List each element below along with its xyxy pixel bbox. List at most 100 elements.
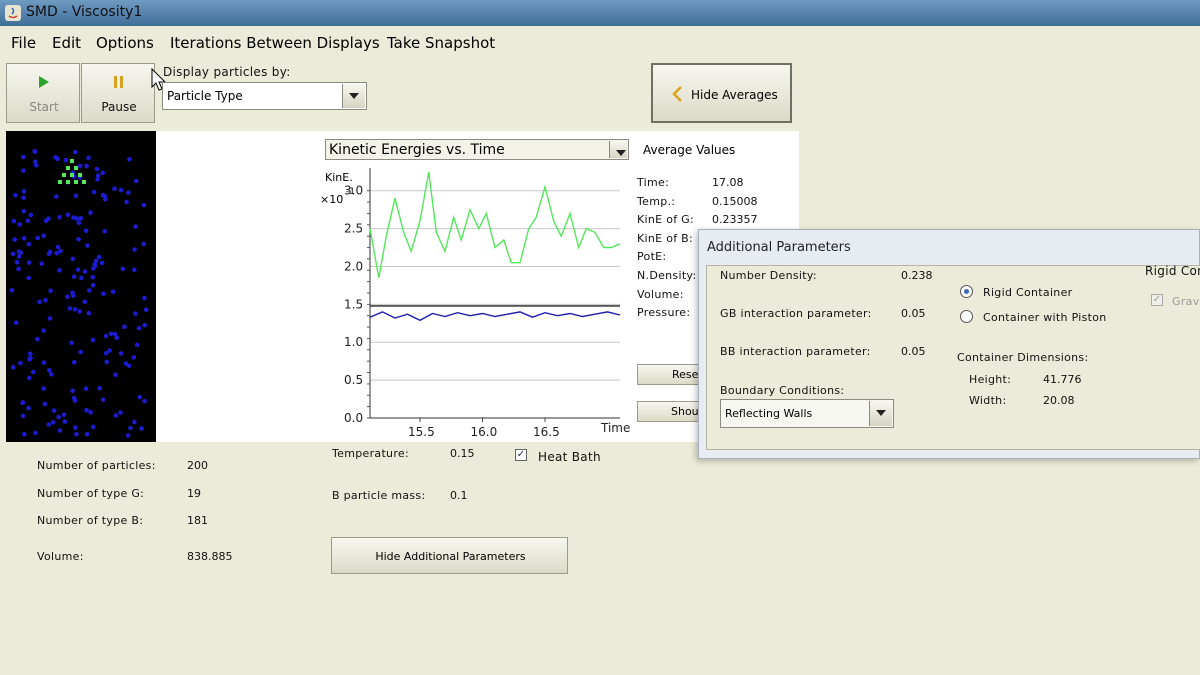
particle-g	[70, 159, 74, 163]
particle-b	[71, 395, 77, 401]
particle-b	[103, 351, 109, 356]
particle-b	[90, 274, 96, 280]
display-particles-select[interactable]: Particle Type	[162, 82, 367, 110]
particle-b	[102, 229, 107, 234]
particle-b	[16, 254, 22, 259]
particle-b	[77, 163, 83, 169]
particle-b	[16, 249, 22, 254]
particle-b	[141, 202, 147, 208]
particle-b	[33, 430, 38, 436]
bb-interaction-label: BB interaction parameter:	[720, 345, 871, 358]
display-particles-value: Particle Type	[167, 89, 243, 103]
particle-b	[13, 192, 18, 198]
gb-interaction-value[interactable]: 0.05	[901, 307, 926, 320]
particle-b	[21, 236, 27, 241]
particle-b	[10, 365, 16, 370]
particle-b	[21, 195, 26, 200]
chevron-down-icon	[342, 84, 365, 108]
particle-b	[32, 149, 38, 155]
particle-b	[25, 218, 31, 224]
reset-button[interactable]: Rese	[637, 364, 701, 385]
play-icon	[39, 76, 49, 88]
particle-b	[90, 424, 96, 430]
hide-averages-button[interactable]: Hide Averages	[651, 63, 792, 123]
y-tick-label: 2.0	[344, 259, 363, 273]
rigid-container-radio[interactable]	[960, 285, 973, 298]
average-label: KinE of B:	[637, 231, 694, 245]
rigid-container-header: Rigid Con	[1145, 264, 1200, 278]
particle-b	[79, 275, 84, 281]
particle-b	[101, 291, 106, 296]
particle-b	[51, 408, 57, 413]
series-line-2	[369, 311, 621, 322]
particle-g	[62, 173, 66, 177]
hide-additional-parameters-button[interactable]: Hide Additional Parameters	[331, 537, 568, 574]
y-tick-label: 1.5	[344, 297, 363, 311]
particle-b	[77, 309, 82, 314]
particle-b	[108, 331, 114, 337]
particle-b	[35, 235, 40, 241]
particle-b	[126, 190, 131, 195]
average-value: 0.15008	[712, 194, 758, 208]
show-label: Shou	[671, 405, 699, 418]
additional-parameters-dialog: Additional Parameters Number Density: 0.…	[698, 229, 1200, 459]
particle-b	[28, 355, 33, 361]
b-particle-mass-value[interactable]: 0.1	[450, 489, 468, 502]
particle-b	[47, 368, 52, 373]
particle-b	[42, 401, 48, 407]
particle-b	[91, 189, 97, 195]
particle-b	[57, 268, 62, 273]
graph-type-value: Kinetic Energies vs. Time	[329, 142, 505, 158]
particle-b	[126, 363, 132, 369]
particle-b	[14, 260, 20, 265]
gravity-checkbox[interactable]: ✓	[1151, 294, 1163, 306]
particle-b	[11, 218, 17, 224]
particle-g	[74, 180, 78, 184]
average-value: 0.23357	[712, 213, 758, 227]
x-tick-label: 15.5	[408, 425, 435, 439]
particle-b	[120, 266, 126, 272]
container-with-piston-label: Container with Piston	[983, 311, 1107, 324]
particle-b	[46, 422, 52, 427]
particle-b	[65, 294, 70, 300]
simulation-canvas[interactable]	[6, 131, 156, 442]
menu-edit[interactable]: Edit	[52, 34, 81, 52]
bb-interaction-value[interactable]: 0.05	[901, 345, 926, 358]
graph-type-select[interactable]: Kinetic Energies vs. Time	[325, 139, 629, 160]
particle-b	[100, 397, 106, 403]
average-value: 17.08	[712, 176, 744, 189]
display-particles-label: Display particles by:	[163, 65, 291, 79]
pause-button[interactable]: Pause	[81, 63, 155, 123]
show-button[interactable]: Shou	[637, 401, 701, 422]
container-with-piston-radio[interactable]	[960, 310, 973, 323]
menu-file[interactable]: File	[11, 34, 36, 52]
start-label: Start	[29, 100, 59, 114]
title-bar: SMD - Viscosity1	[0, 0, 1200, 26]
menu-take-snapshot[interactable]: Take Snapshot	[387, 34, 495, 52]
particle-b	[128, 425, 133, 431]
particle-b	[71, 274, 77, 279]
height-value: 41.776	[1043, 373, 1082, 386]
heat-bath-checkbox[interactable]: ✓	[515, 449, 527, 461]
particle-b	[13, 320, 19, 325]
stat-label-type-g: Number of type G:	[37, 487, 145, 500]
particle-b	[95, 177, 100, 182]
menu-options[interactable]: Options	[96, 34, 154, 52]
chevron-down-icon	[869, 401, 892, 426]
number-density-value: 0.238	[901, 269, 933, 282]
particle-b	[84, 163, 89, 169]
particle-b	[61, 412, 67, 418]
temperature-value[interactable]: 0.15	[450, 447, 475, 460]
particle-b	[94, 166, 100, 172]
start-button[interactable]: Start	[6, 63, 80, 123]
boundary-conditions-select[interactable]: Reflecting Walls	[720, 399, 894, 428]
menu-iterations-between-displays[interactable]: Iterations Between Displays	[170, 34, 380, 52]
particle-b	[70, 256, 75, 262]
particle-b	[27, 375, 32, 381]
y-tick-label: 1.0	[344, 335, 363, 349]
particle-b	[69, 340, 74, 346]
particle-b	[26, 241, 32, 247]
number-density-label: Number Density:	[720, 269, 817, 282]
height-label: Height:	[969, 373, 1012, 386]
particle-g	[70, 173, 74, 177]
